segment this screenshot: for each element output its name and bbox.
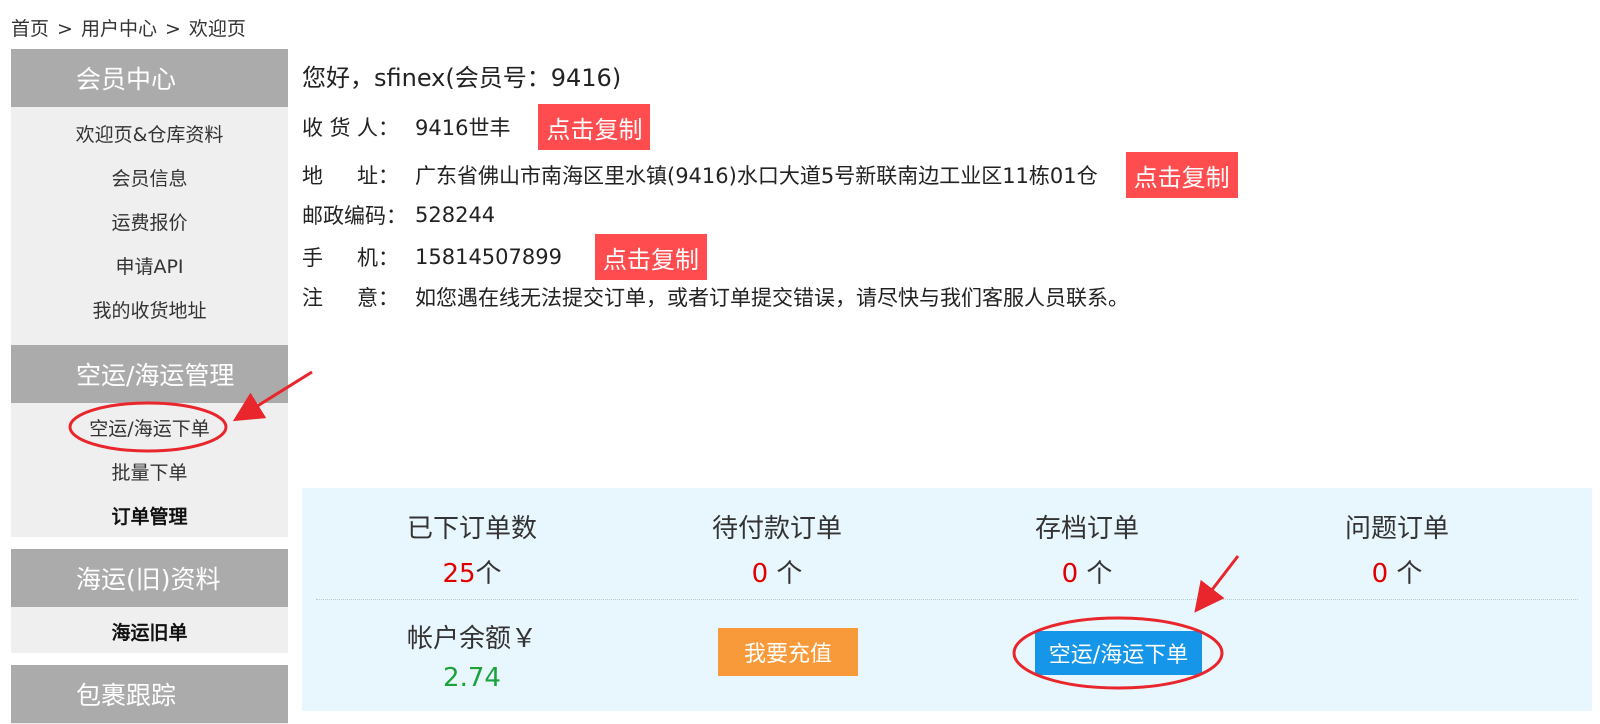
address-value: 广东省佛山市南海区里水镇(9416)水口大道5号新联南边工业区11栋01仓	[415, 164, 1098, 188]
note-row: 注 意： 如您遇在线无法提交订单，或者订单提交错误，请尽快与我们客服人员联系。	[302, 282, 1129, 312]
stat-unpaid-value: 0 个	[647, 553, 907, 590]
stat-unit: 个	[768, 559, 803, 589]
sidebar-item-sea-legacy-orders[interactable]: 海运旧单	[11, 609, 288, 653]
breadcrumb-separator: >	[164, 18, 181, 40]
breadcrumb-user-center-link[interactable]: 用户中心	[81, 18, 157, 40]
stat-unit: 个	[1078, 559, 1113, 589]
phone-label-char: 机：	[357, 246, 399, 270]
breadcrumb-current: 欢迎页	[188, 18, 246, 40]
address-label-char: 地	[302, 164, 323, 188]
balance-value: 2.74	[443, 663, 501, 693]
postcode-value: 528244	[415, 203, 496, 227]
stat-problem-value: 0 个	[1267, 553, 1527, 590]
receiver-row: 收 货 人： 9416世丰 点击复制	[302, 104, 651, 150]
sidebar-section-parcel-tracking[interactable]: 包裹跟踪	[11, 665, 288, 723]
stat-placed-count: 25	[442, 559, 476, 589]
phone-row: 手 机： 15814507899 点击复制	[302, 234, 707, 280]
sidebar: 会员中心 欢迎页&仓库资料 会员信息 运费报价 申请API 我的收货地址 空运/…	[11, 49, 288, 724]
address-label-char: 址：	[357, 164, 399, 188]
address-label: 地 址：	[302, 160, 399, 190]
stat-problem-orders[interactable]: 问题订单 0 个	[1267, 508, 1527, 590]
sidebar-item-batch-order[interactable]: 批量下单	[11, 449, 288, 493]
sidebar-divider	[11, 537, 288, 549]
receiver-value: 9416世丰	[415, 116, 511, 140]
stat-placed-orders[interactable]: 已下订单数 25个	[342, 508, 602, 590]
stat-archived-label: 存档订单	[1034, 514, 1139, 544]
stat-placed-label: 已下订单数	[406, 514, 537, 544]
stat-archived-value: 0 个	[957, 553, 1217, 590]
receiver-label-char: 收	[302, 116, 323, 140]
receiver-label-char: 人：	[357, 116, 399, 140]
postcode-label: 邮政编码：	[302, 204, 407, 228]
receiver-label: 收 货 人：	[302, 112, 399, 142]
address-row: 地 址： 广东省佛山市南海区里水镇(9416)水口大道5号新联南边工业区11栋0…	[302, 152, 1238, 198]
sidebar-divider	[11, 653, 288, 665]
recharge-button[interactable]: 我要充值	[718, 628, 858, 676]
note-label-char: 意：	[357, 286, 399, 310]
sidebar-item-shipping-address[interactable]: 我的收货地址	[11, 287, 288, 331]
sidebar-item-member-info[interactable]: 会员信息	[11, 155, 288, 199]
phone-label: 手 机：	[302, 242, 399, 272]
sidebar-item-air-sea-order[interactable]: 空运/海运下单	[11, 405, 288, 449]
order-stats-panel: 已下订单数 25个 待付款订单 0 个 存档订单 0 个 问题订单 0 个 帐户…	[302, 488, 1592, 711]
phone-label-char: 手	[302, 246, 323, 270]
breadcrumb-separator: >	[57, 18, 73, 40]
warehouse-info: 您好，sfinex(会员号：9416) 收 货 人： 9416世丰 点击复制 地…	[302, 58, 1238, 310]
stats-divider	[316, 599, 1578, 600]
receiver-label-char: 货	[329, 116, 351, 140]
balance-label: 帐户余额￥	[406, 624, 537, 654]
stat-placed-value: 25个	[342, 553, 602, 590]
stat-unpaid-count: 0	[751, 559, 769, 589]
note-value: 如您遇在线无法提交订单，或者订单提交错误，请尽快与我们客服人员联系。	[415, 286, 1129, 310]
greeting: 您好，sfinex(会员号：9416)	[302, 64, 622, 92]
breadcrumb: 首页 > 用户中心 > 欢迎页	[11, 14, 246, 41]
copy-phone-button[interactable]: 点击复制	[594, 234, 707, 280]
sidebar-section-sea-legacy[interactable]: 海运(旧)资料	[11, 549, 288, 607]
stat-problem-count: 0	[1371, 559, 1389, 589]
air-sea-order-button[interactable]: 空运/海运下单	[1035, 631, 1202, 675]
phone-value: 15814507899	[415, 245, 562, 269]
stat-unit: 个	[1388, 559, 1423, 589]
stat-unpaid-orders[interactable]: 待付款订单 0 个	[647, 508, 907, 590]
note-label-char: 注	[302, 286, 323, 310]
breadcrumb-home-link[interactable]: 首页	[11, 18, 49, 40]
sidebar-item-order-management[interactable]: 订单管理	[11, 493, 288, 537]
sidebar-item-apply-api[interactable]: 申请API	[11, 243, 288, 287]
stat-archived-count: 0	[1061, 559, 1079, 589]
postcode-row: 邮政编码： 528244	[302, 200, 495, 230]
stat-problem-label: 问题订单	[1344, 514, 1449, 544]
stat-unpaid-label: 待付款订单	[711, 514, 842, 544]
copy-address-button[interactable]: 点击复制	[1125, 152, 1238, 198]
stat-archived-orders[interactable]: 存档订单 0 个	[957, 508, 1217, 590]
sidebar-section-air-sea-management[interactable]: 空运/海运管理	[11, 345, 288, 403]
account-balance: 帐户余额￥ 2.74	[342, 618, 602, 693]
sidebar-item-freight-quote[interactable]: 运费报价	[11, 199, 288, 243]
sidebar-section-member-center[interactable]: 会员中心	[11, 49, 288, 107]
copy-receiver-button[interactable]: 点击复制	[538, 104, 651, 150]
stat-unit: 个	[475, 559, 502, 589]
sidebar-item-welcome-warehouse[interactable]: 欢迎页&仓库资料	[11, 111, 288, 155]
note-label: 注 意：	[302, 282, 399, 312]
